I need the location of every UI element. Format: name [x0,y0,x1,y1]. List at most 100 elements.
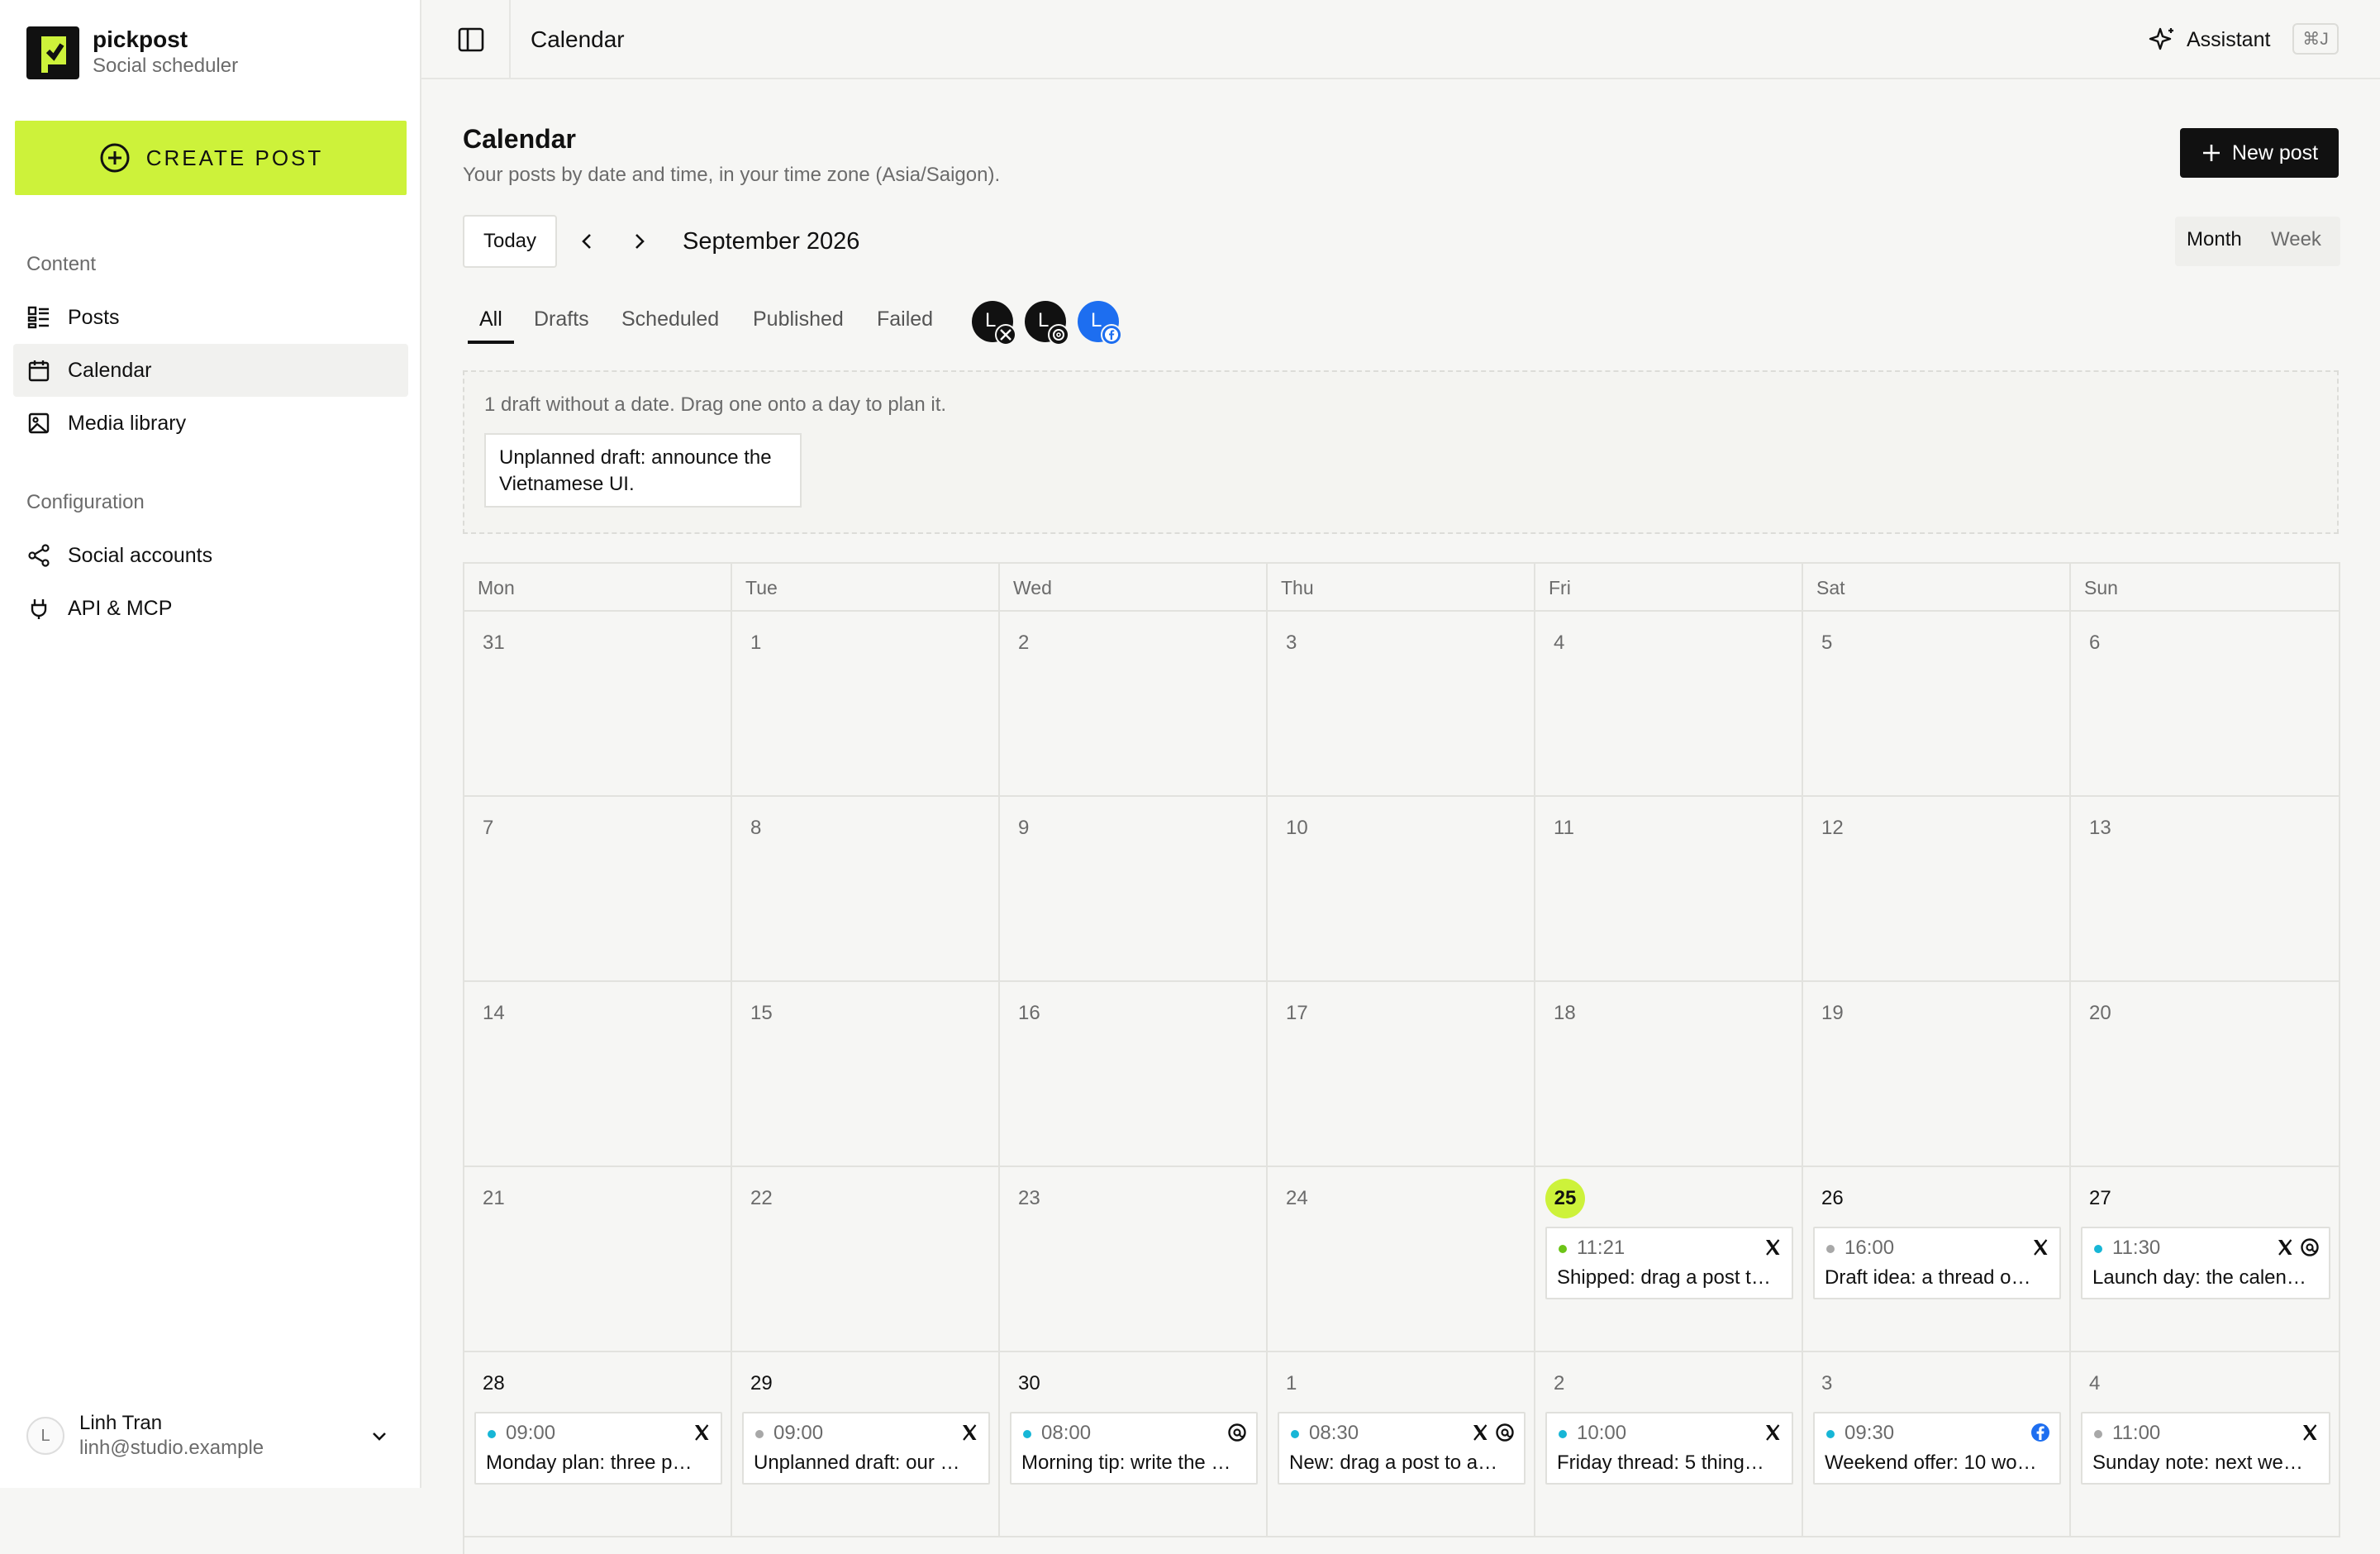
pickpost-logo[interactable] [26,26,79,79]
weekday-header: Mon [464,564,732,612]
calendar-day-cell[interactable]: 22 [732,1167,1000,1352]
x-icon [963,1424,977,1441]
assistant-button[interactable]: Assistant [2149,23,2270,56]
post-card[interactable]: 09:00 Monday plan: three p… [474,1412,722,1485]
current-month: September 2026 [683,228,860,255]
tab-published[interactable]: Published [753,307,844,331]
sidebar-item-media-library[interactable]: Media library [13,397,408,450]
post-card[interactable]: 11:30 Launch day: the calen… [2081,1227,2330,1299]
plug-icon [31,599,47,619]
calendar-day-cell[interactable]: 23 [1000,1167,1268,1352]
calendar-day-cell[interactable]: 7 [464,797,732,982]
new-post-button[interactable]: New post [2180,128,2339,178]
day-number: 15 [750,1002,773,1024]
post-card[interactable]: 11:00 Sunday note: next we… [2081,1412,2330,1485]
calendar-day-cell[interactable]: 26 16:00 Draft idea: a thread o… [1803,1167,2071,1352]
calendar-day-cell[interactable]: 8 [732,797,1000,982]
day-number: 4 [2089,1372,2101,1394]
unplanned-draft-card[interactable]: Unplanned draft: announce the Vietnamese… [484,433,802,508]
post-time: 11:30 [2112,1237,2161,1259]
calendar-day-cell[interactable]: 4 [1535,612,1803,797]
sidebar-item-api-mcp[interactable]: API & MCP [13,582,408,635]
section-label-configuration: Configuration [26,491,145,513]
sidebar-item-social-accounts[interactable]: Social accounts [13,529,408,582]
sidebar-item-posts[interactable]: Posts [13,291,408,344]
status-dot [1023,1430,1031,1438]
create-post-button[interactable]: CREATE POST [15,121,407,195]
calendar-day-cell[interactable]: 21 [464,1167,732,1352]
calendar-day-cell[interactable]: 6 [2071,612,2340,797]
calendar-day-cell[interactable]: 13 [2071,797,2340,982]
view-toggle: Month Week [2175,217,2340,266]
unplanned-message: 1 draft without a date. Drag one onto a … [484,393,947,416]
day-number: 10 [1286,817,1308,839]
new-post-label: New post [2231,141,2319,164]
calendar-day-cell[interactable]: 3 [1268,612,1535,797]
today-button[interactable]: Today [463,215,557,268]
user-menu[interactable]: L Linh Tran linh@studio.example [26,1410,398,1460]
post-card[interactable]: 16:00 Draft idea: a thread o… [1813,1227,2061,1299]
calendar-day-cell[interactable]: 11 [1535,797,1803,982]
calendar-day-cell[interactable]: 10 [1268,797,1535,982]
calendar-day-cell[interactable]: 9 [1000,797,1268,982]
calendar-day-cell[interactable]: 31 [464,612,732,797]
post-time: 08:00 [1041,1422,1092,1444]
calendar-day-cell[interactable]: 18 [1535,982,1803,1167]
calendar-day-cell[interactable]: 15 [732,982,1000,1167]
calendar-day-cell[interactable]: 4 11:00 Sunday note: next we… [2071,1352,2340,1537]
calendar-day-cell[interactable]: 20 [2071,982,2340,1167]
day-number: 3 [1286,632,1297,654]
post-time: 11:00 [2112,1422,2161,1444]
calendar-day-cell[interactable]: 12 [1803,797,2071,982]
calendar-day-cell[interactable]: 30 08:00 Morning tip: write the … [1000,1352,1268,1537]
calendar-day-cell[interactable]: 1 [732,612,1000,797]
calendar-day-cell[interactable]: 28 09:00 Monday plan: three p… [464,1352,732,1537]
calendar-day-cell[interactable]: 16 [1000,982,1268,1167]
unplanned-drafts-dropzone[interactable]: 1 draft without a date. Drag one onto a … [463,370,2339,534]
calendar-day-cell[interactable]: 2 [1000,612,1268,797]
chevron-down-icon[interactable] [367,1423,392,1448]
status-dot [1826,1245,1835,1253]
chevron-right-icon[interactable] [626,228,653,255]
post-card[interactable]: 10:00 Friday thread: 5 thing… [1545,1412,1793,1485]
calendar-day-cell[interactable]: 2 10:00 Friday thread: 5 thing… [1535,1352,1803,1537]
tab-drafts[interactable]: Drafts [534,307,589,331]
status-dot [755,1430,764,1438]
day-number: 1 [750,632,762,654]
tab-failed[interactable]: Failed [877,307,933,331]
post-networks [2030,1237,2051,1260]
sidebar-item-calendar[interactable]: Calendar [13,344,408,397]
post-card[interactable]: 09:30 Weekend offer: 10 wo… [1813,1412,2061,1485]
account-filter-threads[interactable]: L [1025,301,1069,346]
today-day-number: 25 [1545,1179,1585,1218]
view-week-button[interactable]: Week [2271,228,2321,251]
post-card[interactable]: 08:00 Morning tip: write the … [1010,1412,1258,1485]
chevron-left-icon[interactable] [574,228,600,255]
account-filter-facebook[interactable]: L [1078,301,1122,346]
page-subtitle: Your posts by date and time, in your tim… [463,164,1001,186]
calendar-day-cell[interactable]: 29 09:00 Unplanned draft: our … [732,1352,1000,1537]
calendar-day-cell[interactable]: 3 09:30 Weekend offer: 10 wo… [1803,1352,2071,1537]
calendar-day-cell[interactable]: 25 11:21 Shipped: drag a post t… [1535,1167,1803,1352]
x-icon [695,1424,709,1441]
calendar-day-cell[interactable]: 19 [1803,982,2071,1167]
sidebar-toggle-icon[interactable] [455,23,488,56]
calendar-day-cell[interactable]: 5 [1803,612,2071,797]
post-text: Draft idea: a thread o… [1825,1266,2031,1289]
view-month-button[interactable]: Month [2187,228,2242,251]
calendar-day-cell[interactable]: 14 [464,982,732,1167]
calendar-day-cell[interactable]: 24 [1268,1167,1535,1352]
post-card[interactable]: 08:30 New: drag a post to a… [1278,1412,1526,1485]
post-card[interactable]: 11:21 Shipped: drag a post t… [1545,1227,1793,1299]
day-number: 27 [2089,1187,2111,1209]
calendar-day-cell[interactable]: 1 08:30 New: drag a post to a… [1268,1352,1535,1537]
calendar-day-cell[interactable]: 17 [1268,982,1535,1167]
threads-icon [1496,1423,1514,1442]
weekday-header: Fri [1535,564,1803,612]
tab-scheduled[interactable]: Scheduled [621,307,719,331]
post-time: 10:00 [1577,1422,1627,1444]
calendar-day-cell[interactable]: 27 11:30 Launch day: the calen… [2071,1167,2340,1352]
tab-all[interactable]: All [479,307,502,331]
account-filter-x[interactable]: L [972,301,1016,346]
post-card[interactable]: 09:00 Unplanned draft: our … [742,1412,990,1485]
